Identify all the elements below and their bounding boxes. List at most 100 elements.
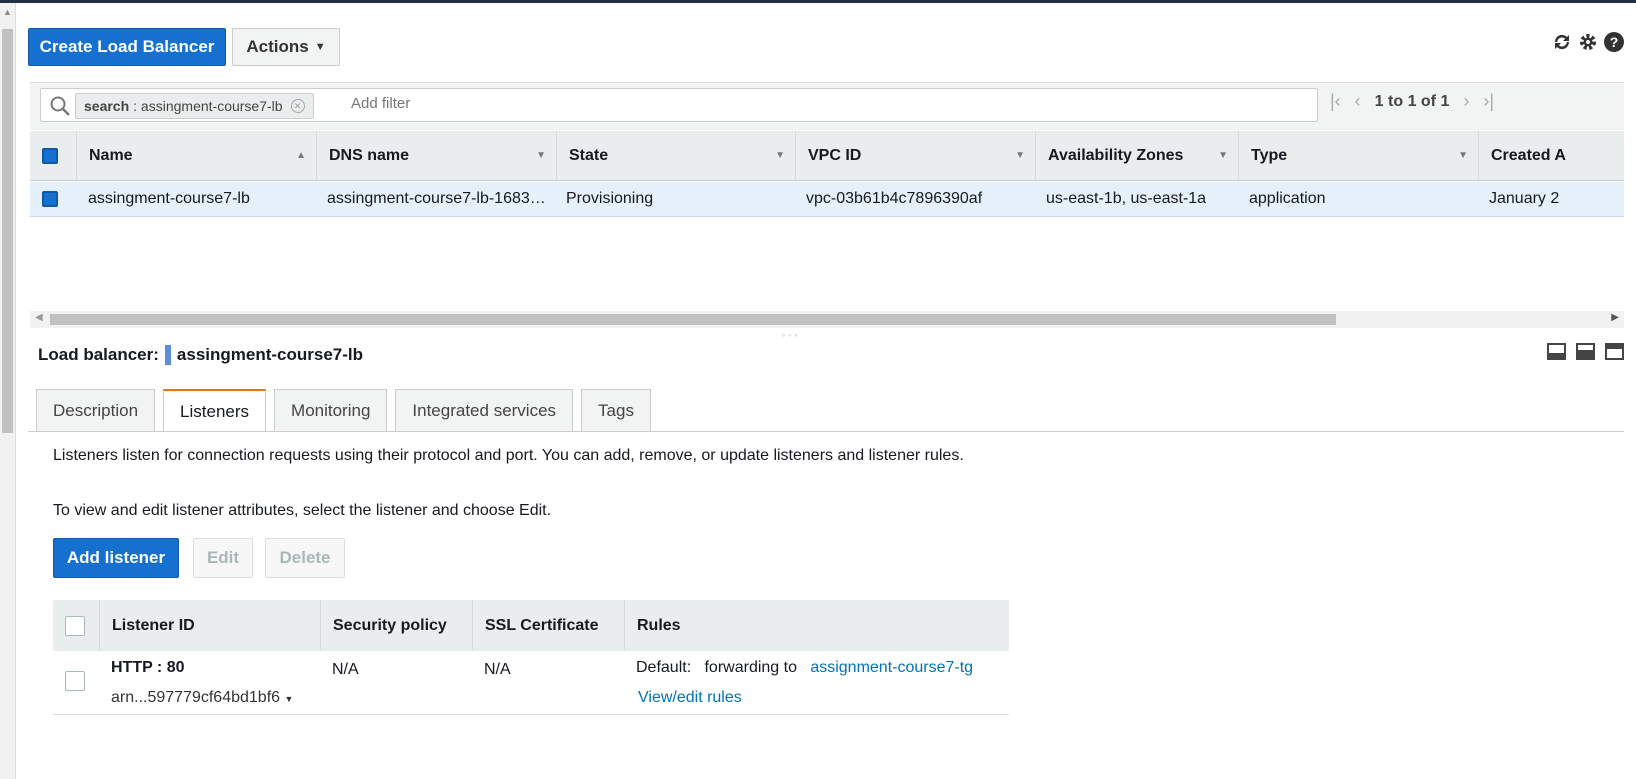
actions-label: Actions xyxy=(246,37,309,56)
pagination: |‹ ‹ 1 to 1 of 1 › ›| xyxy=(1330,91,1494,112)
listener-arn[interactable]: arn...597779cf64bd1bf6 ▼ xyxy=(111,689,293,707)
tab-tags[interactable]: Tags xyxy=(581,389,651,431)
search-box[interactable]: search : assingment-course7-lb ✕ xyxy=(40,88,1318,122)
listener-row-checkbox[interactable] xyxy=(65,671,85,691)
cell-name: assingment-course7-lb xyxy=(88,190,250,207)
cell-type: application xyxy=(1249,190,1326,207)
next-page-icon[interactable]: › xyxy=(1463,91,1469,112)
checkbox[interactable] xyxy=(65,615,85,636)
scroll-left-icon[interactable]: ◀ xyxy=(35,312,43,323)
rules-forwarding-label: forwarding to xyxy=(704,659,797,676)
ssl-certificate-value: N/A xyxy=(484,661,511,678)
tab-listeners[interactable]: Listeners xyxy=(163,389,267,432)
sort-icon[interactable]: ▼ xyxy=(1458,150,1468,161)
rules-default-label: Default: xyxy=(636,659,692,676)
checkbox[interactable] xyxy=(65,671,85,691)
col-azs-label: Availability Zones xyxy=(1048,146,1184,164)
sort-asc-icon[interactable]: ▲ xyxy=(296,150,306,161)
prev-page-icon[interactable]: ‹ xyxy=(1355,91,1361,112)
lb-table-row[interactable]: assingment-course7-lb assingment-course7… xyxy=(30,182,1624,217)
cell-created: January 2 xyxy=(1489,190,1560,207)
scrollbar-thumb[interactable] xyxy=(50,314,1336,325)
listener-row[interactable]: HTTP : 80 arn...597779cf64bd1bf6 ▼ N/A N… xyxy=(53,651,1009,715)
chevron-down-icon: ▼ xyxy=(314,41,326,53)
panel-layout-icons xyxy=(1547,343,1624,360)
row-checkbox[interactable] xyxy=(42,182,58,216)
first-page-icon[interactable]: |‹ xyxy=(1330,91,1341,112)
lb-color-marker xyxy=(164,345,171,365)
col-created[interactable]: Created A xyxy=(1478,131,1624,180)
sort-icon[interactable]: ▼ xyxy=(1015,150,1025,161)
gear-icon[interactable] xyxy=(1576,30,1600,54)
filter-bar: search : assingment-course7-lb ✕ |‹ ‹ 1 … xyxy=(30,82,1624,130)
refresh-icon[interactable] xyxy=(1550,30,1574,54)
tab-integrated-services[interactable]: Integrated services xyxy=(395,389,574,431)
target-group-link[interactable]: assignment-course7-tg xyxy=(810,659,973,676)
delete-button[interactable]: Delete xyxy=(265,538,345,578)
security-policy-value: N/A xyxy=(332,661,359,678)
listener-arn-text: arn...597779cf64bd1bf6 xyxy=(111,689,281,706)
help-icon[interactable]: ? xyxy=(1602,30,1626,54)
col-dns[interactable]: DNS name ▼ xyxy=(316,131,556,180)
details-title: Load balancer: assingment-course7-lb xyxy=(38,345,363,365)
panel-half-icon[interactable] xyxy=(1576,343,1595,360)
chip-key: search xyxy=(84,98,130,114)
col-vpc[interactable]: VPC ID ▼ xyxy=(795,131,1035,180)
create-load-balancer-button[interactable]: Create Load Balancer xyxy=(28,28,226,66)
view-edit-rules-link[interactable]: View/edit rules xyxy=(638,689,742,707)
resize-grip-icon[interactable]: ◦◦◦ xyxy=(782,330,801,340)
checkbox-checked[interactable] xyxy=(42,191,58,207)
col-state-label: State xyxy=(569,146,609,164)
col-name[interactable]: Name ▲ xyxy=(76,131,316,180)
details-label: Load balancer: xyxy=(38,345,159,364)
sort-icon[interactable]: ▼ xyxy=(536,150,546,161)
vertical-scrollbar[interactable]: ▲ xyxy=(0,3,16,779)
col-type[interactable]: Type ▼ xyxy=(1238,131,1478,180)
edit-button[interactable]: Edit xyxy=(193,538,253,578)
top-border xyxy=(0,0,1636,3)
search-filter-chip[interactable]: search : assingment-course7-lb ✕ xyxy=(75,93,314,119)
horizontal-scrollbar[interactable]: ◀ ▶ xyxy=(30,311,1624,328)
panel-full-icon[interactable] xyxy=(1605,343,1624,360)
listeners-table-header: Listener ID Security policy SSL Certific… xyxy=(53,600,1009,651)
col-rules: Rules xyxy=(624,600,1009,651)
svg-text:?: ? xyxy=(1610,34,1619,50)
rules-default: Default: forwarding to assignment-course… xyxy=(636,659,973,677)
remove-filter-icon[interactable]: ✕ xyxy=(290,99,305,113)
tab-description[interactable]: Description xyxy=(36,389,156,431)
col-dns-label: DNS name xyxy=(329,146,410,164)
sort-icon[interactable]: ▼ xyxy=(1218,150,1228,161)
col-state[interactable]: State ▼ xyxy=(556,131,795,180)
select-all-checkbox[interactable] xyxy=(30,131,76,180)
checkbox-checked[interactable] xyxy=(42,147,58,164)
actions-dropdown-button[interactable]: Actions ▼ xyxy=(232,28,340,66)
col-security-policy: Security policy xyxy=(320,600,472,651)
col-created-label: Created A xyxy=(1491,146,1566,164)
cell-vpc: vpc-03b61b4c7896390af xyxy=(806,190,983,207)
listener-id: HTTP : 80 xyxy=(111,659,185,676)
panel-bottom-icon[interactable] xyxy=(1547,343,1566,360)
listeners-table: Listener ID Security policy SSL Certific… xyxy=(53,600,1009,715)
scroll-up-icon[interactable]: ▲ xyxy=(3,7,12,17)
col-vpc-label: VPC ID xyxy=(808,146,862,164)
sort-icon[interactable]: ▼ xyxy=(775,150,785,161)
col-azs[interactable]: Availability Zones ▼ xyxy=(1035,131,1238,180)
view-edit-rules-text[interactable]: View/edit rules xyxy=(638,689,742,706)
scrollbar-thumb[interactable] xyxy=(2,29,13,433)
lb-table-header: Name ▲ DNS name ▼ State ▼ VPC ID ▼ Availabil… xyxy=(30,131,1624,181)
last-page-icon[interactable]: ›| xyxy=(1483,91,1494,112)
listeners-hint: To view and edit listener attributes, se… xyxy=(53,502,552,519)
scroll-right-icon[interactable]: ▶ xyxy=(1611,312,1619,323)
listeners-select-all[interactable] xyxy=(53,600,99,651)
tab-monitoring[interactable]: Monitoring xyxy=(274,389,388,431)
col-ssl-certificate: SSL Certificate xyxy=(472,600,624,651)
caret-down-icon[interactable]: ▼ xyxy=(284,694,293,704)
add-filter-input[interactable] xyxy=(351,95,1251,112)
col-name-label: Name xyxy=(89,146,133,164)
details-lb-name: assingment-course7-lb xyxy=(176,345,364,364)
pagination-text: 1 to 1 of 1 xyxy=(1374,92,1450,110)
cell-state: Provisioning xyxy=(566,190,654,207)
add-listener-button[interactable]: Add listener xyxy=(53,538,179,578)
details-tabs: Description Listeners Monitoring Integra… xyxy=(36,389,651,432)
toolbar-icons: ? xyxy=(1550,30,1626,54)
